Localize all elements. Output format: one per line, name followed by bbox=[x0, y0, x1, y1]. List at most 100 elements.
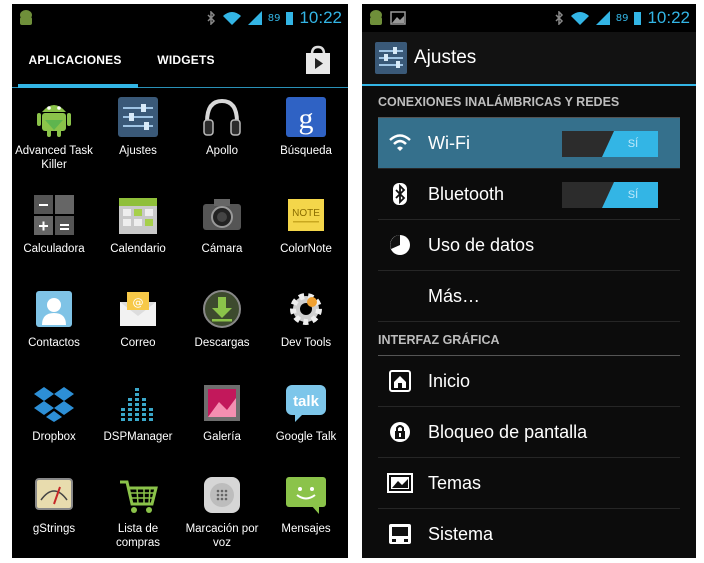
headphones-icon bbox=[203, 98, 241, 136]
app-mensajes[interactable]: Mensajes bbox=[264, 474, 348, 558]
settings-item-lock-screen[interactable]: Bloqueo de pantalla bbox=[378, 407, 680, 458]
app-dropbox[interactable]: Dropbox bbox=[12, 382, 96, 474]
settings-item-system[interactable]: Sistema bbox=[378, 509, 680, 558]
wifi-toggle[interactable]: SÍ bbox=[562, 131, 658, 157]
app-apollo[interactable]: Apollo bbox=[180, 96, 264, 188]
lock-icon bbox=[386, 418, 414, 446]
message-smiley-icon bbox=[286, 477, 326, 514]
email-envelope-icon: @ bbox=[120, 292, 156, 326]
app-label: Mensajes bbox=[281, 523, 331, 535]
settings-item-data-usage[interactable]: Uso de datos bbox=[378, 220, 680, 271]
app-label: gStrings bbox=[32, 523, 76, 535]
gear-icon bbox=[290, 293, 322, 325]
data-usage-pie-icon bbox=[386, 231, 414, 259]
app-label: Google Talk bbox=[275, 431, 337, 443]
bluetooth-icon bbox=[207, 11, 215, 25]
battery-level: 89 bbox=[615, 12, 629, 24]
settings-item-label: Bluetooth bbox=[428, 183, 505, 204]
tab-selected-indicator bbox=[18, 84, 138, 88]
android-robot-icon bbox=[37, 105, 71, 137]
app-label: Descargas bbox=[194, 337, 250, 349]
settings-item-label: Uso de datos bbox=[428, 234, 535, 255]
settings-item-label: Inicio bbox=[428, 370, 471, 391]
gallery-icon bbox=[204, 385, 240, 421]
app-descargas[interactable]: Descargas bbox=[180, 288, 264, 380]
app-dev-tools[interactable]: Dev Tools bbox=[264, 288, 348, 380]
battery-icon bbox=[286, 12, 294, 25]
bluetooth-icon bbox=[386, 180, 414, 208]
themes-icon bbox=[386, 469, 414, 497]
app-correo[interactable]: @ Correo bbox=[96, 288, 180, 380]
camera-icon bbox=[203, 199, 241, 230]
app-label: Calculadora bbox=[23, 243, 85, 255]
app-label: Advanced Task Killer bbox=[15, 145, 93, 171]
shopping-cart-icon bbox=[120, 480, 158, 513]
settings-sliders-icon bbox=[118, 97, 158, 137]
settings-item-wifi[interactable]: Wi-Fi SÍ bbox=[378, 118, 680, 169]
app-label: Correo bbox=[120, 337, 156, 349]
tuner-meter-icon bbox=[35, 478, 73, 510]
settings-item-themes[interactable]: Temas bbox=[378, 458, 680, 509]
section-header-ui: INTERFAZ GRÁFICA bbox=[378, 324, 680, 356]
drawer-tabs: APLICACIONES WIDGETS bbox=[12, 32, 348, 88]
app-colornote[interactable]: NOTE ColorNote bbox=[264, 194, 348, 286]
svg-text:@: @ bbox=[133, 296, 144, 309]
app-label: ColorNote bbox=[280, 243, 332, 255]
settings-item-bluetooth[interactable]: Bluetooth SÍ bbox=[378, 169, 680, 220]
calculator-icon bbox=[34, 195, 74, 235]
app-label: Calendario bbox=[110, 243, 166, 255]
app-camara[interactable]: Cámara bbox=[180, 194, 264, 286]
status-bar: 89 10:22 bbox=[362, 4, 696, 32]
bluetooth-toggle[interactable]: SÍ bbox=[562, 182, 658, 208]
tab-widgets[interactable]: WIDGETS bbox=[138, 32, 234, 88]
toggle-on-label: SÍ bbox=[602, 131, 658, 157]
app-label: Cámara bbox=[201, 243, 243, 255]
google-search-icon: g bbox=[286, 97, 326, 137]
battery-level: 89 bbox=[267, 12, 281, 24]
settings-item-label: Bloqueo de pantalla bbox=[428, 421, 588, 442]
settings-item-more[interactable]: Más… bbox=[378, 271, 680, 322]
app-dspmanager[interactable]: DSPManager bbox=[96, 382, 180, 474]
tab-apps[interactable]: APLICACIONES bbox=[12, 32, 138, 88]
svg-text:talk: talk bbox=[293, 393, 320, 410]
system-icon bbox=[386, 520, 414, 548]
settings-item-label: Temas bbox=[428, 472, 482, 493]
app-lista-de-compras[interactable]: Lista de compras bbox=[96, 474, 180, 558]
home-icon bbox=[386, 367, 414, 395]
app-busqueda[interactable]: g Búsqueda bbox=[264, 96, 348, 188]
app-ajustes[interactable]: Ajustes bbox=[96, 96, 180, 188]
svg-text:NOTE: NOTE bbox=[292, 208, 320, 219]
app-label: Apollo bbox=[206, 145, 238, 157]
app-label: DSPManager bbox=[103, 431, 173, 443]
settings-item-label: Más… bbox=[428, 285, 481, 306]
app-marcacion-por-voz[interactable]: Marcación por voz bbox=[180, 474, 264, 558]
app-advanced-task-killer[interactable]: Advanced Task Killer bbox=[12, 96, 96, 188]
app-label: Galería bbox=[203, 431, 241, 443]
app-calculadora[interactable]: Calculadora bbox=[12, 194, 96, 286]
play-store-icon[interactable] bbox=[302, 44, 334, 76]
equalizer-icon bbox=[121, 388, 153, 421]
settings-sliders-icon[interactable] bbox=[374, 41, 408, 75]
android-notification-icon bbox=[370, 10, 382, 25]
app-galeria[interactable]: Galería bbox=[180, 382, 264, 474]
download-icon bbox=[203, 290, 241, 328]
page-title: Ajustes bbox=[414, 47, 477, 68]
dropbox-icon bbox=[34, 387, 74, 422]
svg-text:g: g bbox=[299, 102, 314, 135]
voice-dial-icon bbox=[204, 477, 240, 513]
app-contactos[interactable]: Contactos bbox=[12, 288, 96, 380]
status-time: 10:22 bbox=[647, 8, 690, 27]
app-label: Ajustes bbox=[119, 145, 157, 157]
app-gstrings[interactable]: gStrings bbox=[12, 474, 96, 558]
app-drawer-screen: 89 10:22 APLICACIONES WIDGETS Advanced T… bbox=[12, 4, 348, 558]
settings-item-home[interactable]: Inicio bbox=[378, 356, 680, 407]
settings-item-label: Wi-Fi bbox=[428, 132, 470, 153]
settings-screen: 89 10:22 Ajustes CONEXIONES INALÁMBRICAS… bbox=[362, 4, 696, 558]
app-calendario[interactable]: Calendario bbox=[96, 194, 180, 286]
note-icon: NOTE bbox=[288, 199, 324, 231]
wifi-icon bbox=[386, 129, 414, 157]
battery-icon bbox=[634, 12, 642, 25]
app-label: Dev Tools bbox=[280, 337, 332, 349]
app-label: Marcación por voz bbox=[185, 523, 259, 549]
app-google-talk[interactable]: talk Google Talk bbox=[264, 382, 348, 474]
